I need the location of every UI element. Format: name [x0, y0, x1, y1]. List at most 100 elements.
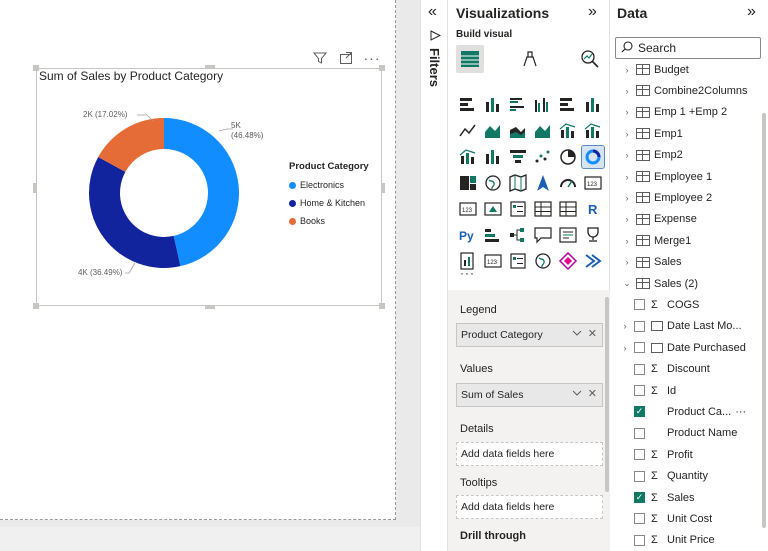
chevron-right-icon[interactable]: ›	[622, 150, 632, 160]
legend-item-electronics[interactable]: Electronics	[289, 176, 369, 194]
details-drop-zone[interactable]: Add data fields here	[456, 442, 603, 466]
field-item[interactable]: ✓ Product Ca... ···	[610, 401, 762, 422]
r-visual-icon[interactable]: R	[582, 198, 604, 220]
more-options-icon[interactable]: ···	[364, 50, 380, 66]
chevron-right-icon[interactable]: ›	[620, 321, 630, 331]
matrix-icon[interactable]	[557, 198, 579, 220]
donut-chart-visual[interactable]: Sum of Sales by Product Category 5K (46.…	[33, 65, 385, 309]
format-visual-tab[interactable]	[516, 45, 544, 73]
table-item[interactable]: › Employee 2	[610, 187, 762, 208]
field-checkbox[interactable]: ✓	[634, 406, 645, 418]
table-item[interactable]: › Emp2	[610, 145, 762, 166]
power-automate-icon[interactable]	[507, 250, 529, 272]
field-checkbox[interactable]	[634, 320, 645, 332]
key-influencers-icon[interactable]	[482, 224, 504, 246]
collapse-visualizations-icon[interactable]: »	[588, 3, 597, 21]
table-item[interactable]: › Employee 1	[610, 166, 762, 187]
python-visual-icon[interactable]: Py	[457, 224, 479, 246]
expand-filters-icon[interactable]: «	[428, 3, 437, 21]
field-item[interactable]: ✓ Σ Sales	[610, 487, 762, 508]
clustered-column-icon[interactable]	[532, 94, 554, 116]
ribbon-chart-icon[interactable]	[532, 120, 554, 142]
card-icon[interactable]: 123	[582, 172, 604, 194]
field-checkbox[interactable]	[634, 299, 645, 311]
multi-row-card-icon[interactable]: 123	[457, 198, 479, 220]
filled-map-icon[interactable]	[507, 172, 529, 194]
field-checkbox[interactable]	[634, 363, 645, 375]
stacked-bar-icon[interactable]	[457, 94, 479, 116]
collapse-data-icon[interactable]: »	[747, 3, 756, 21]
decomposition-tree-icon[interactable]	[507, 224, 529, 246]
100-bar-icon[interactable]	[557, 94, 579, 116]
tooltips-drop-zone[interactable]: Add data fields here	[456, 495, 603, 519]
field-item[interactable]: Σ Quantity	[610, 466, 762, 487]
field-checkbox[interactable]	[634, 534, 645, 546]
stacked-column-icon[interactable]	[482, 94, 504, 116]
focus-mode-icon[interactable]	[338, 50, 354, 66]
waterfall-icon[interactable]	[457, 146, 479, 168]
donut-slice-home-kitchen[interactable]	[89, 156, 181, 268]
filter-icon[interactable]	[312, 50, 328, 66]
arcgis-icon[interactable]	[532, 250, 554, 272]
diamond-icon[interactable]	[557, 250, 579, 272]
field-item[interactable]: Σ Profit	[610, 444, 762, 465]
map-icon[interactable]	[482, 172, 504, 194]
goals-icon[interactable]	[582, 224, 604, 246]
100-column-icon[interactable]	[582, 94, 604, 116]
line-chart-icon[interactable]	[457, 120, 479, 142]
legend-item-home-kitchen[interactable]: Home & Kitchen	[289, 194, 369, 212]
remove-field-icon[interactable]: ✕	[588, 327, 597, 340]
clustered-bar-icon[interactable]	[507, 94, 529, 116]
field-checkbox[interactable]	[634, 470, 645, 482]
kpi-icon[interactable]	[482, 198, 504, 220]
chevron-down-icon[interactable]	[572, 328, 582, 340]
pie-chart-icon[interactable]	[557, 146, 579, 168]
field-item[interactable]: Σ Id	[610, 380, 762, 401]
chevron-icon[interactable]	[582, 250, 604, 272]
slicer-icon[interactable]	[507, 198, 529, 220]
remove-field-icon[interactable]: ✕	[588, 387, 597, 400]
smart-narrative-icon[interactable]	[557, 224, 579, 246]
chevron-right-icon[interactable]: ›	[622, 257, 632, 267]
build-visual-tab[interactable]	[456, 45, 484, 73]
field-checkbox[interactable]: ✓	[634, 492, 645, 503]
chevron-right-icon[interactable]: ›	[622, 172, 632, 182]
chevron-right-icon[interactable]: ›	[622, 65, 632, 75]
qa-icon[interactable]	[532, 224, 554, 246]
funnel-chart-icon[interactable]	[482, 146, 504, 168]
chevron-right-icon[interactable]: ›	[622, 86, 632, 96]
table-item[interactable]: › Merge1	[610, 230, 762, 251]
chevron-down-icon[interactable]	[572, 388, 582, 400]
report-page[interactable]: ··· Sum of Sales by Product Category 5K …	[0, 0, 396, 520]
chevron-right-icon[interactable]: ›	[622, 107, 632, 117]
field-item[interactable]: Σ Discount	[610, 359, 762, 380]
field-checkbox[interactable]	[634, 449, 645, 461]
field-item[interactable]: › Date Purchased	[610, 337, 762, 358]
filters-pane-collapsed[interactable]: « Filters	[420, 0, 448, 551]
line-stacked-column-icon[interactable]	[582, 120, 604, 142]
legend-well-field[interactable]: Product Category ✕	[456, 323, 603, 347]
chevron-right-icon[interactable]: ›	[622, 129, 632, 139]
field-item[interactable]: › Date Last Mo...	[610, 316, 762, 337]
field-item[interactable]: Product Name	[610, 423, 762, 444]
power-apps-icon[interactable]: 123	[482, 250, 504, 272]
table-item[interactable]: › Budget	[610, 59, 762, 80]
table-item[interactable]: › Expense	[610, 209, 762, 230]
field-item[interactable]: Σ Unit Cost	[610, 508, 762, 529]
field-checkbox[interactable]	[634, 513, 645, 525]
chevron-right-icon[interactable]: ›	[622, 236, 632, 246]
table-icon[interactable]	[532, 198, 554, 220]
azure-map-icon[interactable]	[532, 172, 554, 194]
analytics-tab[interactable]	[576, 45, 604, 73]
chevron-right-icon[interactable]: ›	[620, 343, 630, 353]
field-checkbox[interactable]	[634, 427, 645, 439]
chevron-right-icon[interactable]: ›	[622, 193, 632, 203]
table-item[interactable]: › Sales	[610, 252, 762, 273]
stacked-area-icon[interactable]	[507, 120, 529, 142]
chevron-down-icon[interactable]: ⌄	[622, 278, 632, 289]
data-scrollbar[interactable]	[762, 113, 766, 528]
table-item[interactable]: › Emp1	[610, 123, 762, 144]
field-item[interactable]: Σ Unit Price	[610, 530, 762, 551]
field-item[interactable]: Σ COGS	[610, 294, 762, 315]
field-checkbox[interactable]	[634, 342, 645, 354]
